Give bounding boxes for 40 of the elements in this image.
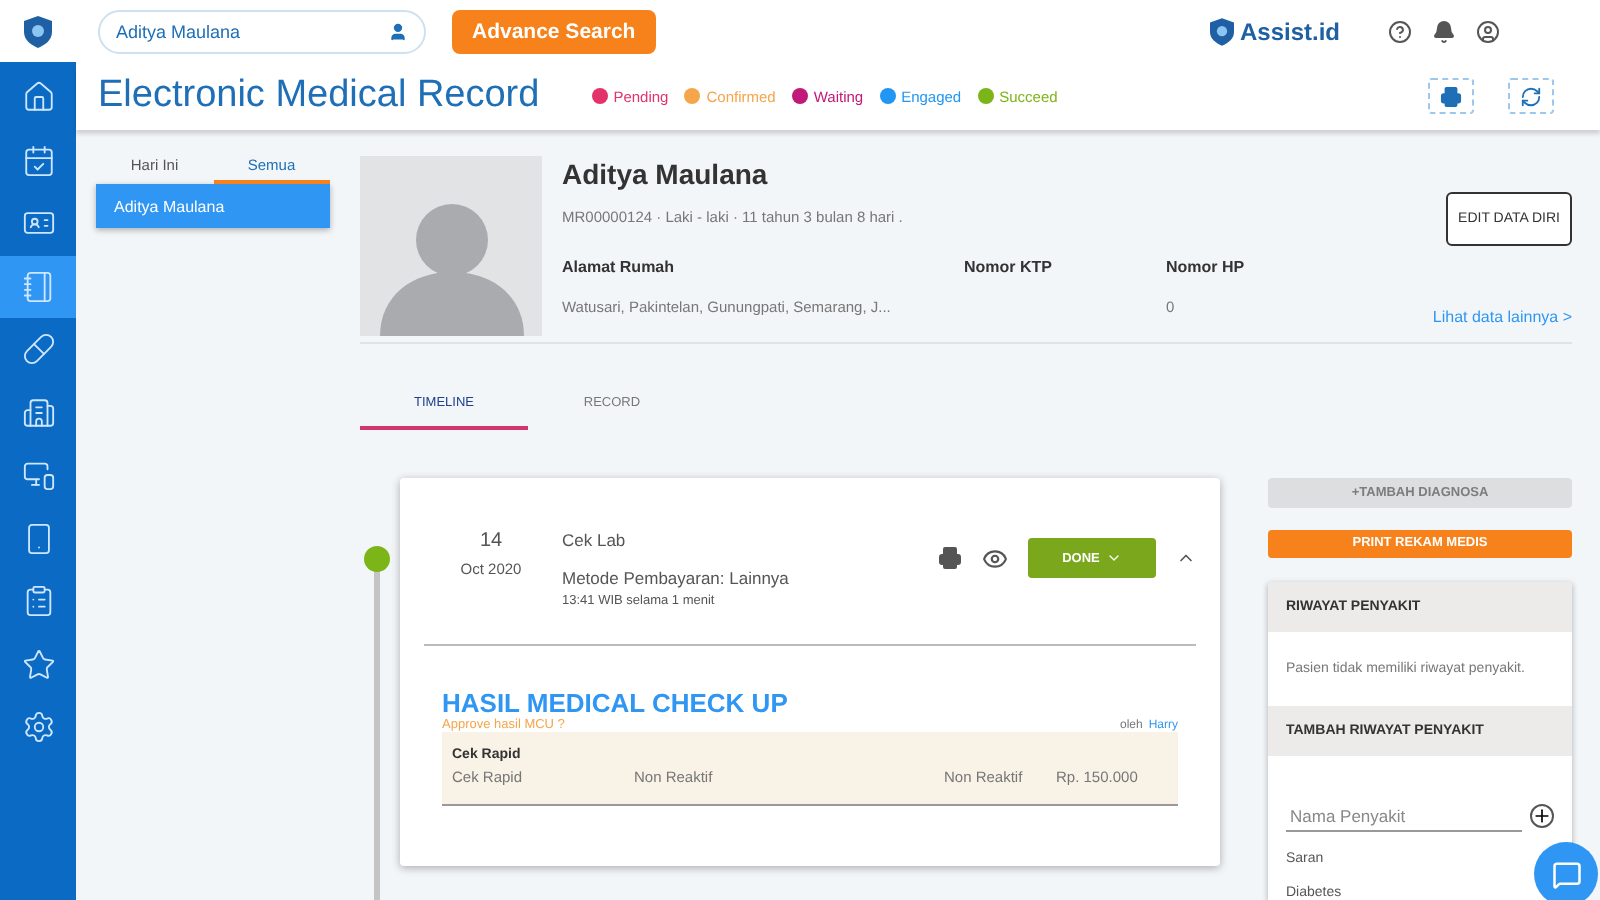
advance-search-button[interactable]: Advance Search bbox=[452, 9, 656, 53]
event-title: Cek Lab bbox=[562, 530, 628, 550]
more-data-link[interactable]: Lihat data lainnya > bbox=[1432, 308, 1572, 326]
help-icon[interactable] bbox=[1388, 19, 1412, 43]
disease-input[interactable]: Nama Penyakit bbox=[1286, 800, 1522, 832]
monitor-icon bbox=[21, 458, 55, 493]
brand-name: Assist.id bbox=[1239, 17, 1340, 45]
result-heading: HASIL MEDICAL CHECK UP bbox=[442, 688, 790, 718]
patient-name: Aditya Maulana bbox=[562, 158, 770, 190]
page-title: Electronic Medical Record bbox=[98, 74, 540, 118]
view-icon[interactable] bbox=[982, 545, 1008, 571]
sidebar-item[interactable] bbox=[0, 255, 76, 318]
settings-icon bbox=[21, 710, 55, 745]
chat-icon bbox=[1551, 859, 1581, 889]
home-icon bbox=[21, 80, 55, 115]
bell-icon[interactable] bbox=[1432, 19, 1456, 43]
calendar-icon bbox=[21, 143, 55, 178]
refresh-icon bbox=[1520, 85, 1542, 107]
clipboard-icon bbox=[21, 584, 55, 619]
search-field[interactable]: Aditya Maulana bbox=[98, 9, 426, 53]
star-icon bbox=[21, 647, 55, 682]
shield-logo-icon bbox=[24, 15, 52, 47]
timeline-dot bbox=[364, 546, 390, 572]
refresh-button[interactable] bbox=[1508, 78, 1554, 114]
payment-method: Metode Pembayaran: Lainnya bbox=[562, 568, 791, 588]
print-button[interactable] bbox=[1428, 78, 1474, 114]
account-icon[interactable] bbox=[1476, 19, 1500, 43]
field-label: Nomor KTP bbox=[964, 258, 1054, 276]
field-label: Nomor HP bbox=[1166, 258, 1247, 276]
caret-icon bbox=[1105, 550, 1122, 566]
notebook-icon bbox=[21, 269, 55, 304]
user-icon bbox=[388, 21, 408, 41]
field-label: Alamat Rumah bbox=[562, 258, 677, 276]
building-icon bbox=[21, 395, 55, 430]
patient-list-item[interactable]: Aditya Maulana bbox=[96, 184, 330, 228]
chat-button[interactable] bbox=[1534, 842, 1598, 900]
event-day: 14 bbox=[479, 530, 503, 552]
shield-logo-icon bbox=[1209, 17, 1234, 45]
add-icon[interactable] bbox=[1530, 804, 1554, 828]
pill-icon bbox=[21, 332, 55, 367]
